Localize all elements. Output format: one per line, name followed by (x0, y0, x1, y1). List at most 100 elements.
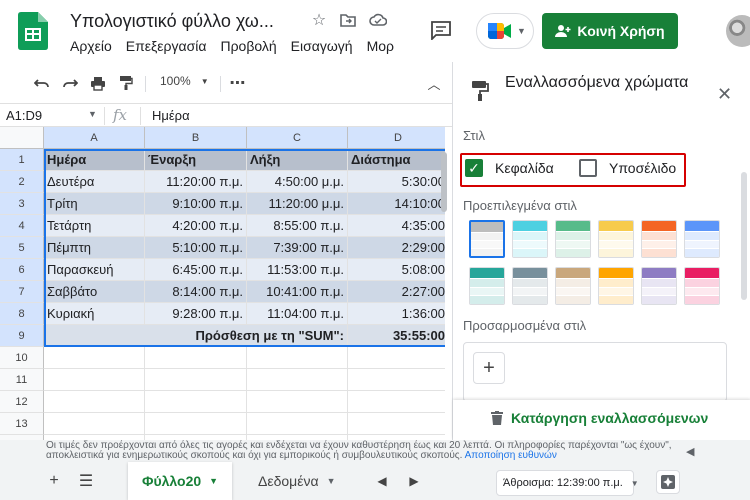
row-header[interactable]: 5 (0, 237, 44, 259)
preset-style-swatch[interactable] (684, 220, 720, 258)
star-icon[interactable]: ☆ (309, 10, 329, 30)
table-cell[interactable]: Διάστημα (348, 149, 445, 171)
account-avatar[interactable] (726, 15, 750, 47)
sum-total-cell[interactable]: 35:55:00 (348, 325, 445, 347)
table-cell[interactable]: 4:50:00 μ.μ. (247, 171, 348, 193)
column-header-c[interactable]: C (247, 127, 348, 149)
formula-input[interactable]: Ημέρα (152, 108, 190, 123)
meet-button[interactable]: ▼ (476, 13, 534, 49)
remove-alternating-colors-button[interactable]: Κατάργηση εναλλασσόμενων (491, 410, 708, 426)
row-header[interactable]: 13 (0, 413, 44, 435)
move-folder-icon[interactable] (338, 10, 358, 30)
menu-edit[interactable]: Επεξεργασία (126, 38, 207, 54)
table-cell[interactable] (348, 413, 445, 435)
table-cell[interactable]: 6:45:00 π.μ. (145, 259, 247, 281)
table-cell[interactable]: 1:36:00 (348, 303, 445, 325)
row-header[interactable]: 6 (0, 259, 44, 281)
cloud-saved-icon[interactable] (368, 10, 388, 30)
table-cell[interactable]: 8:14:00 π.μ. (145, 281, 247, 303)
row-header[interactable]: 10 (0, 347, 44, 369)
footer-checkbox[interactable] (579, 159, 597, 177)
table-cell[interactable]: Λήξη (247, 149, 348, 171)
table-cell[interactable]: 14:10:00 (348, 193, 445, 215)
undo-icon[interactable] (32, 73, 52, 93)
add-custom-style-button[interactable]: + (473, 352, 505, 384)
header-checkbox[interactable]: ✓ (465, 159, 483, 177)
table-cell[interactable]: 5:10:00 π.μ. (145, 237, 247, 259)
table-cell[interactable]: 9:28:00 π.μ. (145, 303, 247, 325)
disclaimer-link[interactable]: Αποποίηση ευθυνών (465, 450, 557, 461)
explore-button[interactable] (656, 470, 680, 494)
table-cell[interactable] (44, 391, 145, 413)
table-cell[interactable]: Πέμπτη (44, 237, 145, 259)
row-header[interactable]: 12 (0, 391, 44, 413)
spreadsheet-grid[interactable]: A B C D 1 Ημέρα Έναρξη Λήξη Διάστημα 2 Δ… (0, 127, 445, 440)
preset-style-swatch[interactable] (555, 220, 591, 258)
scroll-tabs-left-icon[interactable]: ◀ (372, 471, 392, 491)
preset-style-swatch[interactable] (641, 220, 677, 258)
table-cell[interactable]: Τρίτη (44, 193, 145, 215)
column-header-d[interactable]: D (348, 127, 445, 149)
zoom-select[interactable]: 100% ▼ (160, 74, 209, 88)
chevron-left-icon[interactable]: ◀ (686, 445, 694, 458)
table-cell[interactable] (348, 369, 445, 391)
table-cell[interactable]: Κυριακή (44, 303, 145, 325)
sheet-tab[interactable]: Δεδομένα ▼ (244, 462, 350, 500)
menu-format[interactable]: Μορ (367, 38, 394, 54)
table-cell[interactable]: Σαββάτο (44, 281, 145, 303)
table-cell[interactable] (145, 391, 247, 413)
table-cell[interactable] (348, 347, 445, 369)
sheets-logo-icon[interactable] (18, 12, 48, 50)
table-cell[interactable]: 11:20:00 μ.μ. (247, 193, 348, 215)
share-button[interactable]: Κοινή Χρήση (542, 13, 678, 49)
table-cell[interactable]: Ημέρα (44, 149, 145, 171)
paint-format-icon[interactable] (116, 73, 136, 93)
table-cell[interactable]: Τετάρτη (44, 215, 145, 237)
table-cell[interactable]: 5:30:00 (348, 171, 445, 193)
table-cell[interactable]: 11:53:00 π.μ. (247, 259, 348, 281)
comment-history-icon[interactable] (430, 20, 452, 40)
row-header[interactable]: 11 (0, 369, 44, 391)
table-cell[interactable] (44, 369, 145, 391)
name-box[interactable]: A1:D9 (6, 108, 42, 123)
sum-summary[interactable]: Άθροισμα: 12:39:00 π.μ. ▼ (496, 470, 639, 496)
table-cell[interactable] (348, 391, 445, 413)
document-title[interactable]: Υπολογιστικό φύλλο χω... (70, 11, 274, 32)
menu-file[interactable]: Αρχείο (70, 38, 112, 54)
preset-style-swatch[interactable] (684, 267, 720, 305)
table-cell[interactable] (145, 413, 247, 435)
column-header-b[interactable]: B (145, 127, 247, 149)
table-cell[interactable]: 9:10:00 π.μ. (145, 193, 247, 215)
table-cell[interactable]: Δευτέρα (44, 171, 145, 193)
menu-view[interactable]: Προβολή (220, 38, 276, 54)
row-header[interactable]: 2 (0, 171, 44, 193)
close-icon[interactable]: ✕ (717, 84, 732, 105)
redo-icon[interactable] (60, 73, 80, 93)
grid-scrollbar[interactable] (441, 152, 447, 212)
table-cell[interactable] (44, 413, 145, 435)
table-cell[interactable] (247, 347, 348, 369)
table-cell[interactable]: 4:35:00 (348, 215, 445, 237)
preset-style-swatch[interactable] (641, 267, 677, 305)
panel-scrollbar[interactable] (741, 172, 747, 300)
table-cell[interactable]: 7:39:00 π.μ. (247, 237, 348, 259)
collapse-menus-icon[interactable]: ︿ (424, 73, 444, 93)
table-cell[interactable]: 4:20:00 π.μ. (145, 215, 247, 237)
scroll-tabs-right-icon[interactable]: ▶ (404, 471, 424, 491)
table-cell[interactable]: 11:04:00 π.μ. (247, 303, 348, 325)
preset-style-swatch[interactable] (555, 267, 591, 305)
table-cell[interactable]: 8:55:00 π.μ. (247, 215, 348, 237)
table-cell[interactable] (247, 369, 348, 391)
more-options-icon[interactable]: ⋯ (228, 73, 248, 93)
select-all-corner[interactable] (0, 127, 44, 149)
table-cell[interactable] (247, 413, 348, 435)
row-header[interactable]: 8 (0, 303, 44, 325)
table-cell[interactable]: Παρασκευή (44, 259, 145, 281)
preset-style-swatch[interactable] (469, 220, 505, 258)
row-header[interactable]: 9 (0, 325, 44, 347)
table-cell[interactable]: Έναρξη (145, 149, 247, 171)
footer-option-label[interactable]: Υποσέλιδο (609, 160, 676, 176)
table-cell[interactable]: 2:29:00 (348, 237, 445, 259)
name-box-dropdown-icon[interactable]: ▼ (88, 109, 97, 119)
row-header[interactable]: 1 (0, 149, 44, 171)
